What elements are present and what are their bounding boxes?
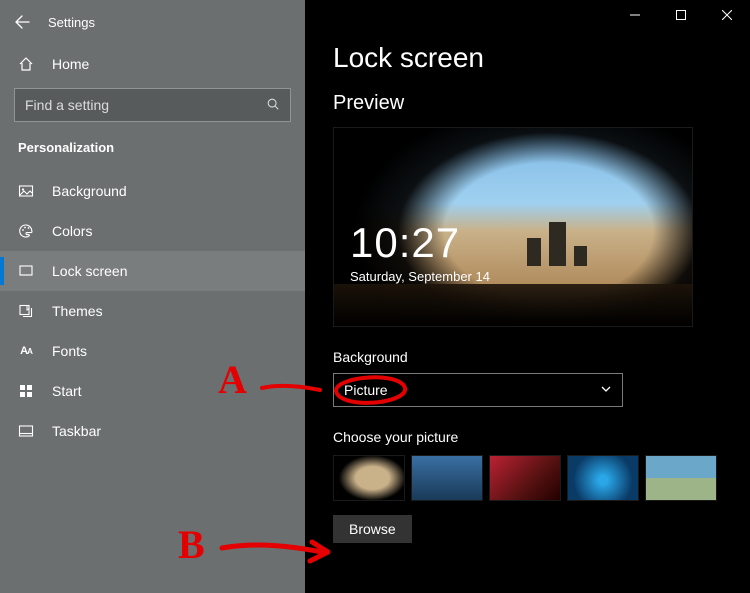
picture-thumb[interactable] bbox=[567, 455, 639, 501]
background-dropdown[interactable]: Picture bbox=[333, 373, 623, 407]
sidebar-item-label: Background bbox=[52, 183, 127, 199]
close-icon bbox=[722, 10, 732, 20]
main-content: Lock screen Preview 10:27 Saturday, Sept… bbox=[305, 0, 750, 593]
preview-date: Saturday, September 14 bbox=[350, 269, 490, 284]
sidebar-category: Personalization bbox=[0, 134, 305, 165]
picture-thumb[interactable] bbox=[645, 455, 717, 501]
sidebar-item-label: Start bbox=[52, 383, 82, 399]
lock-screen-icon bbox=[18, 263, 34, 279]
sidebar-item-label: Taskbar bbox=[52, 423, 101, 439]
lockscreen-preview: 10:27 Saturday, September 14 bbox=[333, 127, 693, 327]
start-icon bbox=[18, 383, 34, 399]
choose-picture-label: Choose your picture bbox=[333, 429, 750, 445]
search-input[interactable] bbox=[25, 97, 255, 113]
maximize-button[interactable] bbox=[658, 0, 704, 30]
home-icon bbox=[18, 56, 34, 72]
taskbar-icon bbox=[18, 423, 34, 439]
sidebar-item-themes[interactable]: Themes bbox=[0, 291, 305, 331]
picture-icon bbox=[18, 183, 34, 199]
sidebar-item-label: Fonts bbox=[52, 343, 87, 359]
back-button[interactable] bbox=[14, 14, 30, 30]
preview-clock: 10:27 Saturday, September 14 bbox=[350, 219, 490, 284]
maximize-icon bbox=[676, 10, 686, 20]
palette-icon bbox=[18, 223, 34, 239]
sidebar-item-label: Themes bbox=[52, 303, 103, 319]
background-label: Background bbox=[333, 349, 750, 365]
sidebar-nav: Background Colors Lock screen Themes AA … bbox=[0, 171, 305, 451]
sidebar-item-fonts[interactable]: AA Fonts bbox=[0, 331, 305, 371]
picture-thumb[interactable] bbox=[411, 455, 483, 501]
picture-thumb[interactable] bbox=[489, 455, 561, 501]
search-box[interactable] bbox=[14, 88, 291, 122]
preview-label: Preview bbox=[333, 92, 750, 115]
background-dropdown-value: Picture bbox=[344, 382, 388, 398]
minimize-button[interactable] bbox=[612, 0, 658, 30]
minimize-icon bbox=[630, 10, 640, 20]
search-icon bbox=[266, 97, 280, 114]
sidebar-home-label: Home bbox=[52, 56, 89, 72]
sidebar-item-label: Lock screen bbox=[52, 263, 127, 279]
sidebar-item-label: Colors bbox=[52, 223, 92, 239]
sidebar-item-background[interactable]: Background bbox=[0, 171, 305, 211]
browse-button[interactable]: Browse bbox=[333, 515, 412, 543]
close-button[interactable] bbox=[704, 0, 750, 30]
preview-time: 10:27 bbox=[350, 219, 490, 267]
settings-sidebar: Settings Home Personalization Background bbox=[0, 0, 305, 593]
window-controls bbox=[612, 0, 750, 30]
back-arrow-icon bbox=[14, 14, 30, 30]
app-title: Settings bbox=[48, 15, 95, 30]
sidebar-item-start[interactable]: Start bbox=[0, 371, 305, 411]
picture-thumb[interactable] bbox=[333, 455, 405, 501]
sidebar-item-lock-screen[interactable]: Lock screen bbox=[0, 251, 305, 291]
sidebar-item-taskbar[interactable]: Taskbar bbox=[0, 411, 305, 451]
sidebar-item-colors[interactable]: Colors bbox=[0, 211, 305, 251]
fonts-icon: AA bbox=[18, 343, 34, 359]
picture-thumbnails bbox=[333, 455, 750, 501]
sidebar-home[interactable]: Home bbox=[0, 44, 305, 84]
themes-icon bbox=[18, 303, 34, 319]
chevron-down-icon bbox=[600, 382, 612, 398]
